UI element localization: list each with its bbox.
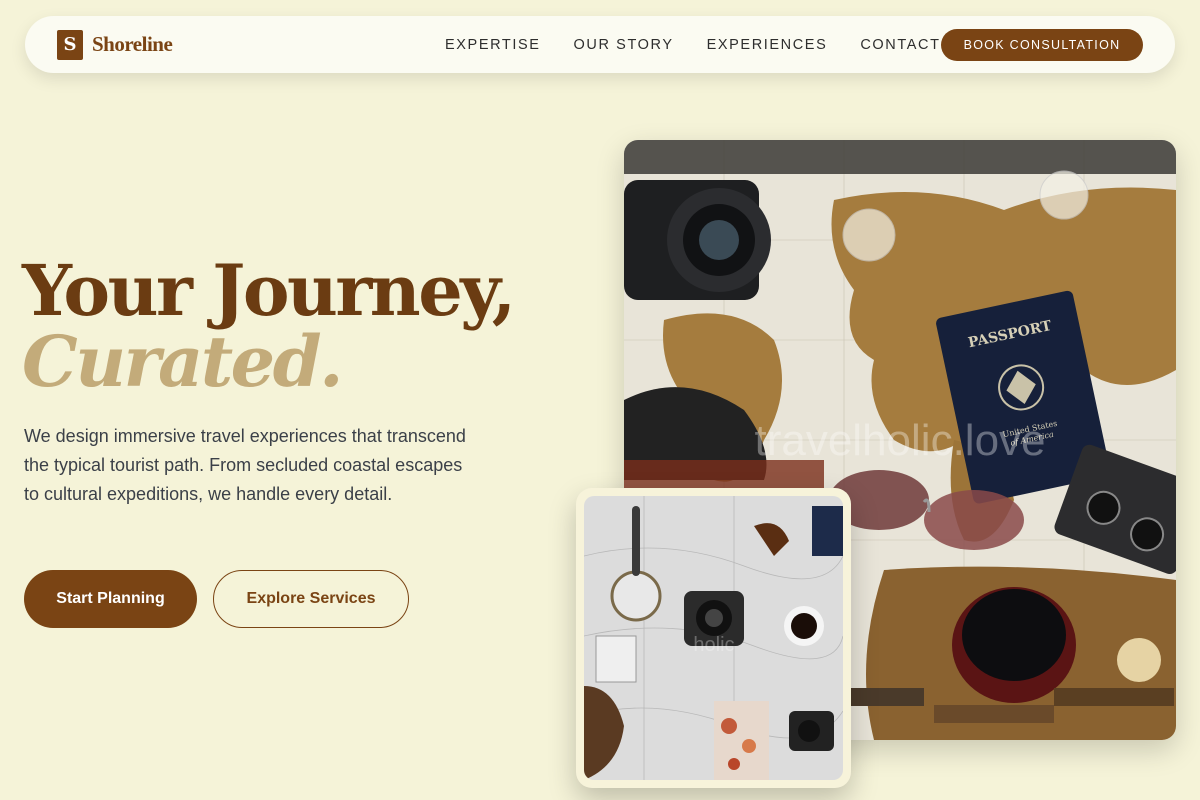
nav-links: EXPERTISE OUR STORY EXPERIENCES CONTACT	[445, 16, 941, 73]
map-flatlay-illustration: holic	[584, 496, 843, 780]
logo-text: Shoreline	[92, 32, 173, 56]
small-image-watermark: holic	[693, 634, 734, 656]
nav-link-contact[interactable]: CONTACT	[860, 37, 940, 53]
hero-subtitle: Curated.	[22, 320, 344, 403]
logo-mark: S	[57, 29, 83, 60]
brand-logo[interactable]: S Shoreline	[57, 29, 173, 60]
hero-title: Your Journey,	[22, 249, 516, 332]
book-consultation-button[interactable]: BOOK CONSULTATION	[941, 29, 1143, 61]
hero-description: We design immersive travel experiences t…	[24, 426, 466, 504]
main-image-watermark: travelholic.love	[754, 416, 1045, 465]
top-navbar: S Shoreline EXPERTISE OUR STORY EXPERIEN…	[25, 16, 1175, 73]
secondary-image: holic	[584, 496, 843, 780]
nav-link-our-story[interactable]: OUR STORY	[574, 37, 674, 53]
nav-link-expertise[interactable]: EXPERTISE	[445, 37, 541, 53]
nav-link-experiences[interactable]: EXPERIENCES	[707, 37, 828, 53]
explore-services-button[interactable]: Explore Services	[213, 570, 409, 628]
start-planning-button[interactable]: Start Planning	[24, 570, 197, 628]
secondary-image-frame: holic	[576, 488, 851, 788]
